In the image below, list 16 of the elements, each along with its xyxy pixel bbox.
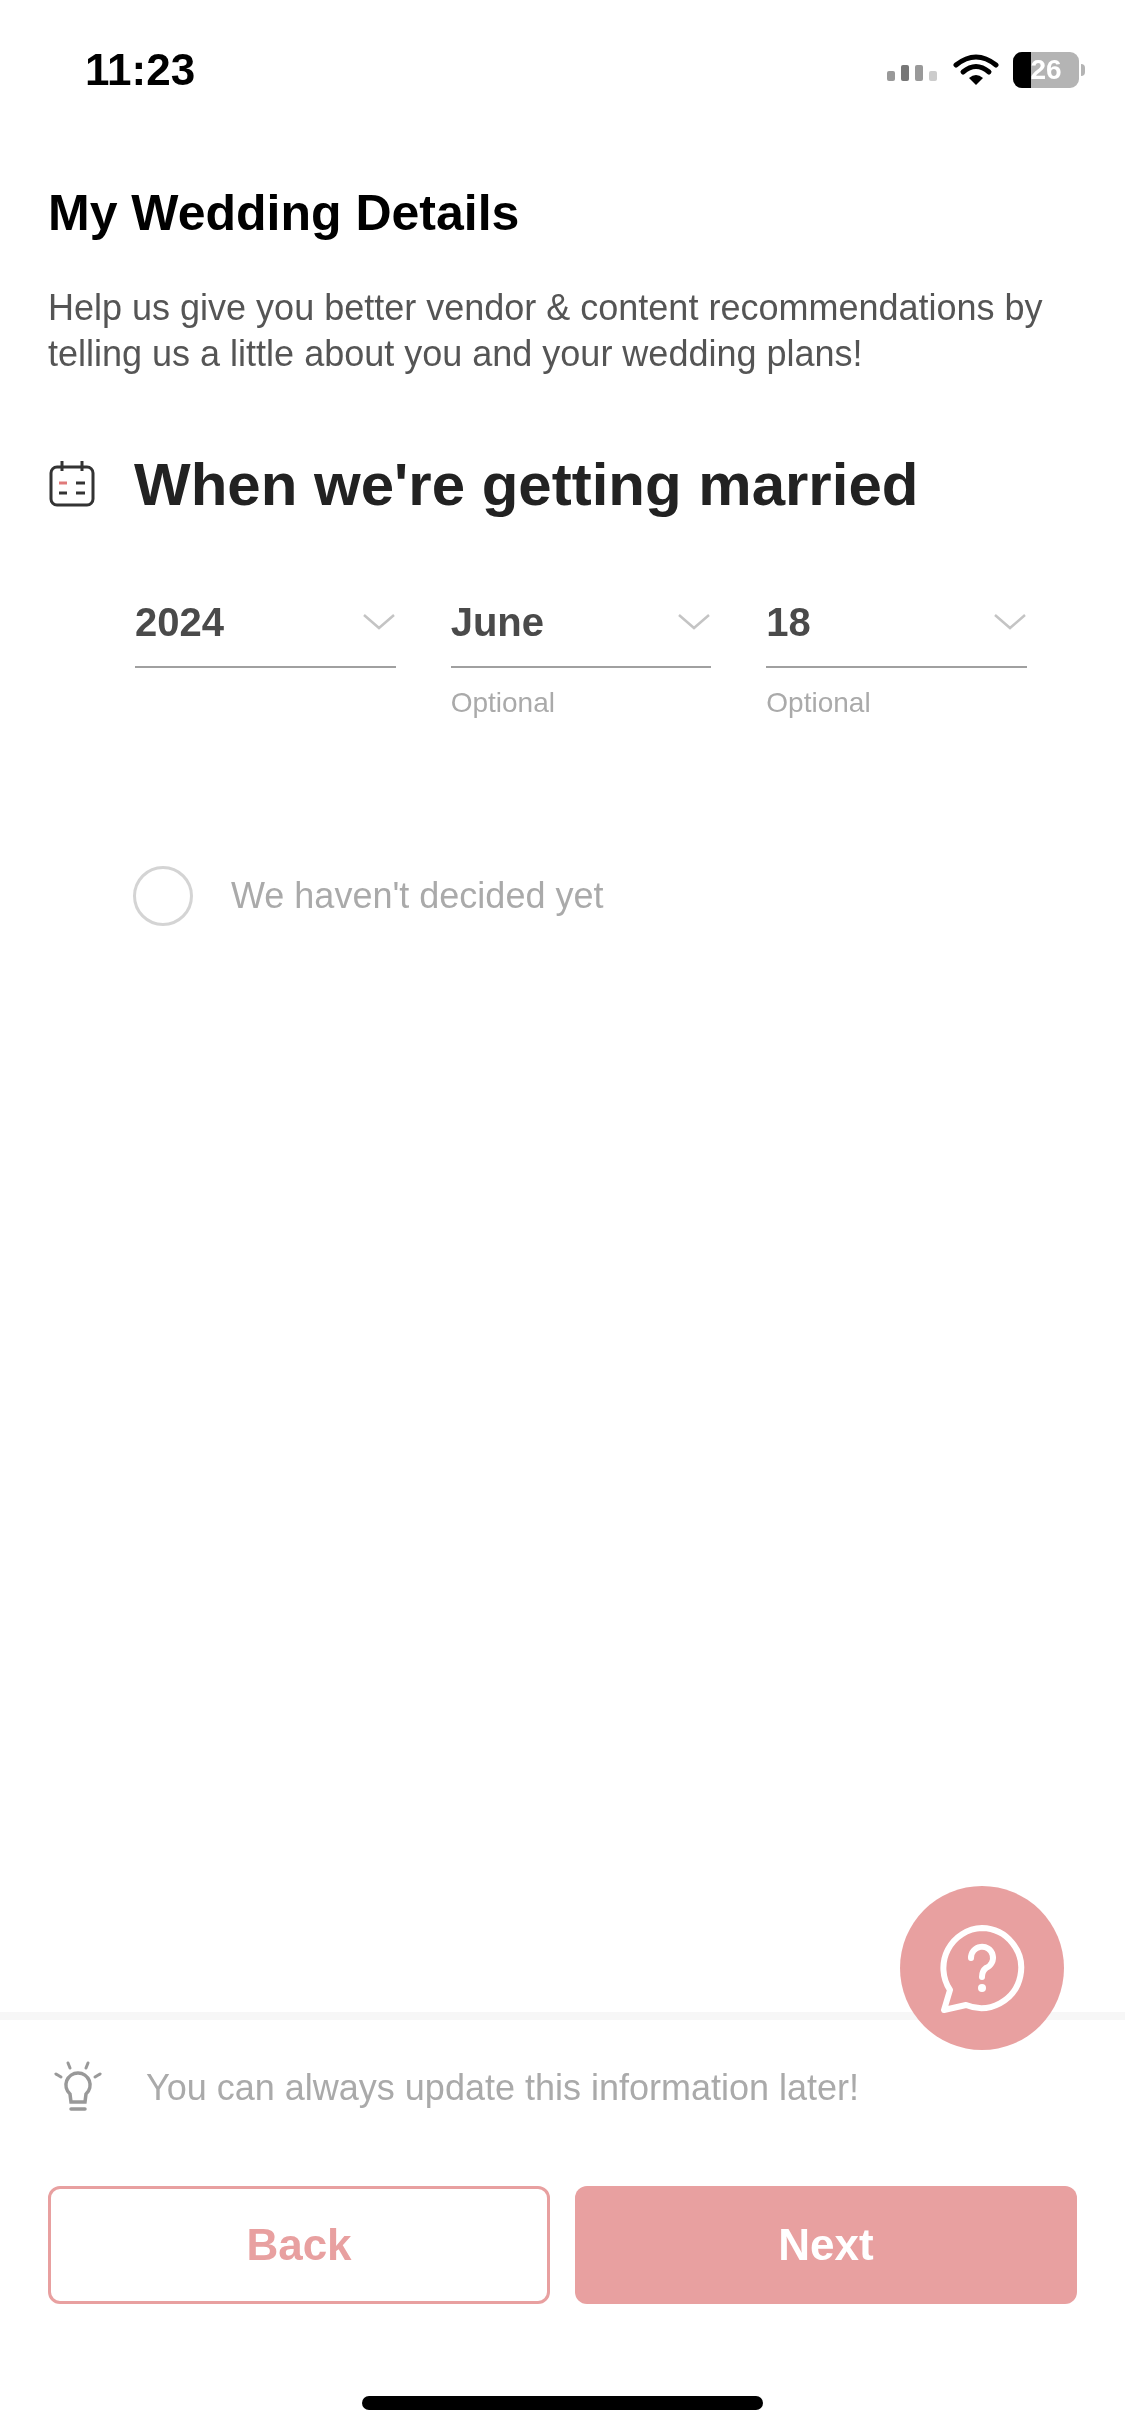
status-time: 11:23 bbox=[85, 44, 196, 96]
date-dropdown[interactable]: 18 bbox=[766, 591, 1027, 668]
tip-text: You can always update this information later! bbox=[146, 2066, 860, 2110]
page-description: Help us give you better vendor & content recommendations by telling us a little about you and your wedding plans! bbox=[48, 285, 1044, 376]
chevron-down-icon bbox=[361, 612, 396, 631]
optional-hint: Optional bbox=[450, 685, 556, 720]
date-dropdown[interactable]: June bbox=[450, 591, 712, 668]
chevron-down-icon bbox=[993, 612, 1027, 631]
section-title: When we're getting married bbox=[134, 449, 919, 520]
optional-hint: Optional bbox=[766, 685, 872, 720]
battery-percent: 26 bbox=[1030, 56, 1062, 84]
page-title: My Wedding Details bbox=[48, 184, 521, 243]
wifi-icon bbox=[953, 53, 999, 87]
calendar-icon bbox=[48, 459, 96, 509]
date-dropdown[interactable]: 2024 bbox=[135, 591, 396, 668]
chevron-down-icon bbox=[677, 612, 712, 631]
